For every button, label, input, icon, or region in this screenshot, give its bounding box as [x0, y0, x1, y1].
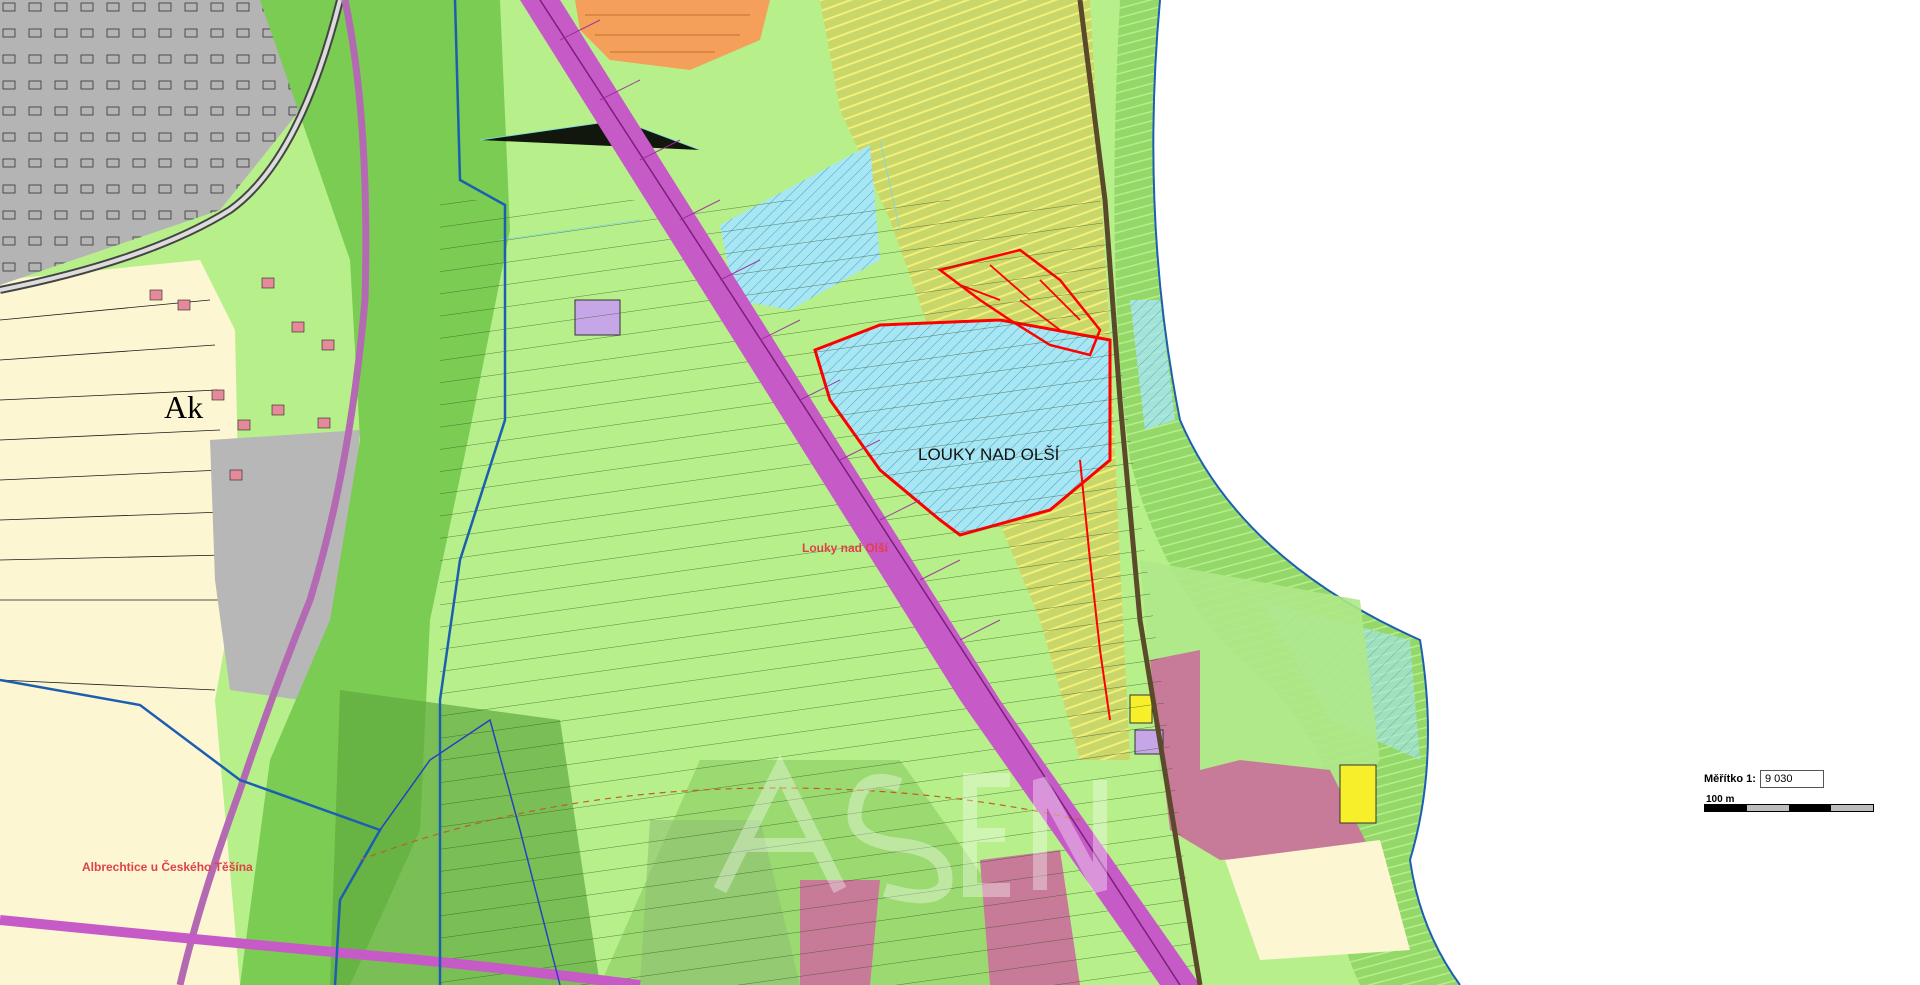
- scale-bar: 100 m: [1704, 794, 1874, 812]
- scale-row: Měřítko 1:: [1704, 770, 1894, 788]
- zone-cream-left: [0, 260, 240, 985]
- scale-label: Měřítko 1:: [1704, 773, 1756, 785]
- scale-segment: [1747, 805, 1789, 811]
- scale-segment: [1831, 805, 1873, 811]
- scale-bar-segments: [1704, 804, 1874, 812]
- label-area-code: Ak: [164, 389, 203, 425]
- parcel-yellow: [1339, 764, 1377, 824]
- label-locality-main: LOUKY NAD OLŠÍ: [918, 445, 1060, 464]
- scale-segment: [1705, 805, 1747, 811]
- label-locality-small: Louky nad Olší: [802, 541, 889, 555]
- scale-input[interactable]: [1759, 770, 1824, 788]
- scale-control: Měřítko 1: 100 m: [1704, 770, 1894, 830]
- scale-segment: [1789, 805, 1831, 811]
- label-cadastral: Albrechtice u Českého Těšína: [82, 859, 253, 874]
- planning-map[interactable]: LOUKY NAD OLŠÍ Louky nad Olší Albrechtic…: [0, 0, 1920, 985]
